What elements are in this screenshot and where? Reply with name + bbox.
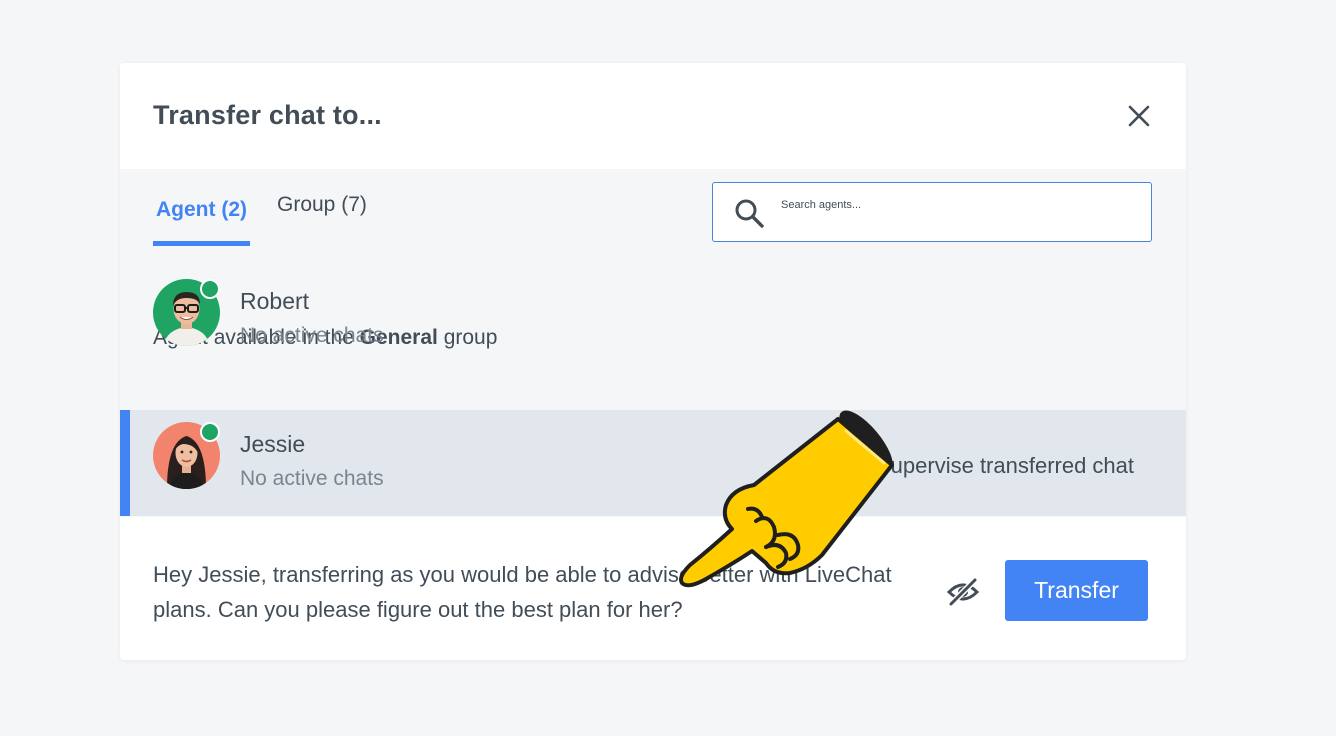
search-icon (733, 197, 765, 229)
tab-agent[interactable]: Agent (2) (156, 198, 247, 222)
transfer-button[interactable]: Transfer (1005, 560, 1148, 621)
supervise-label: Supervise transferred chat (876, 453, 1135, 478)
agent-row-jessie[interactable]: Jessie No active chats Supervise transfe… (120, 410, 1186, 516)
eye-slash-icon[interactable] (946, 577, 980, 607)
agent-status: No active chats (240, 324, 384, 347)
agent-name: Robert (240, 288, 310, 314)
pointing-hand-icon (679, 410, 894, 588)
online-status-dot (200, 422, 220, 442)
transfer-chat-dialog: Transfer chat to... Agent (2) Group (7) … (120, 63, 1186, 660)
agent-status: No active chats (240, 467, 384, 490)
online-status-dot (200, 279, 220, 299)
search-box[interactable] (712, 182, 1152, 242)
active-tab-indicator (153, 241, 250, 246)
dialog-title: Transfer chat to... (153, 100, 382, 130)
dialog-header: Transfer chat to... (120, 63, 1186, 169)
agent-row-robert[interactable]: Robert No active chats (120, 267, 1186, 373)
selected-row-indicator (120, 410, 130, 516)
close-icon[interactable] (1126, 103, 1152, 129)
search-input[interactable] (781, 197, 1131, 213)
agent-name: Jessie (240, 431, 306, 457)
message-footer: Hey Jessie, transferring as you would be… (120, 517, 1186, 660)
tab-group[interactable]: Group (7) (277, 193, 367, 217)
